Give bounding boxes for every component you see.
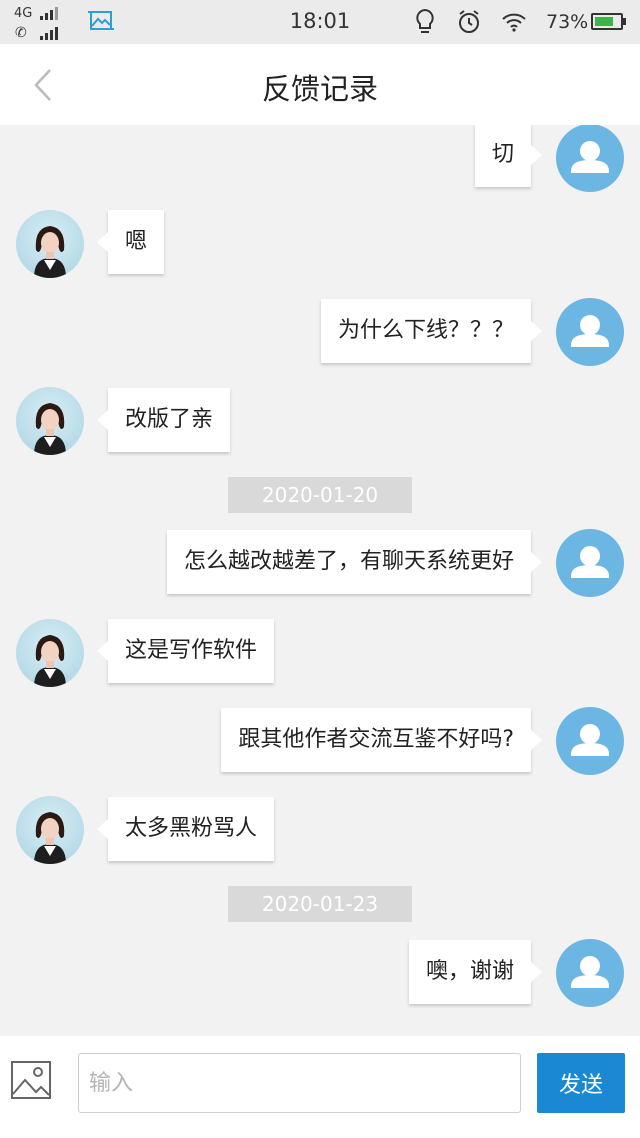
user-avatar-icon — [556, 707, 624, 775]
chat-bubble-user: 切 — [474, 125, 543, 187]
date-badge: 2020-01-23 — [228, 886, 412, 922]
bulb-icon — [416, 8, 434, 33]
battery-percent: 73% — [546, 11, 589, 33]
chat-bubble-user: 为什么下线？？？ — [320, 299, 543, 363]
input-bar: 发送 — [0, 1036, 640, 1138]
agent-avatar-icon — [16, 796, 84, 864]
agent-avatar-icon — [16, 619, 84, 687]
battery-level — [595, 17, 613, 26]
send-button[interactable]: 发送 — [537, 1053, 625, 1113]
chat-bubble-user: 跟其他作者交流互鉴不好吗? — [221, 708, 542, 772]
agent-avatar-icon — [16, 210, 84, 278]
page-title: 反馈记录 — [261, 72, 378, 106]
chat-bubble-user: 噢，谢谢 — [408, 940, 543, 1004]
chat-bubble-user: 怎么越改越差了，有聊天系统更好 — [166, 530, 543, 594]
image-icon[interactable] — [10, 1058, 54, 1102]
status-bar: 4G ✆ 18:01 73% — [0, 0, 640, 44]
message-input[interactable] — [78, 1053, 521, 1113]
user-avatar-icon — [556, 125, 624, 192]
title-bar: 反馈记录 — [0, 44, 640, 125]
battery-cap — [623, 18, 626, 25]
chat-bubble-agent: 改版了亲 — [96, 388, 231, 452]
chat-bubble-agent: 太多黑粉骂人 — [96, 797, 275, 861]
user-avatar-icon — [556, 529, 624, 597]
chat-bubble-agent: 嗯 — [96, 210, 165, 274]
date-badge: 2020-01-20 — [228, 477, 412, 513]
alarm-icon — [459, 10, 479, 33]
chat-bubble-agent: 这是写作软件 — [96, 619, 275, 683]
agent-avatar-icon — [16, 387, 84, 455]
user-avatar-icon — [556, 939, 624, 1007]
clock: 18:01 — [289, 9, 351, 33]
chat-list[interactable]: 切 嗯 为什么下线？？？ 改版了亲 2020-01-20 怎么越改越差了，有聊天… — [0, 125, 640, 1036]
battery-icon — [591, 13, 623, 30]
wifi-icon — [502, 13, 526, 32]
user-avatar-icon — [556, 298, 624, 366]
